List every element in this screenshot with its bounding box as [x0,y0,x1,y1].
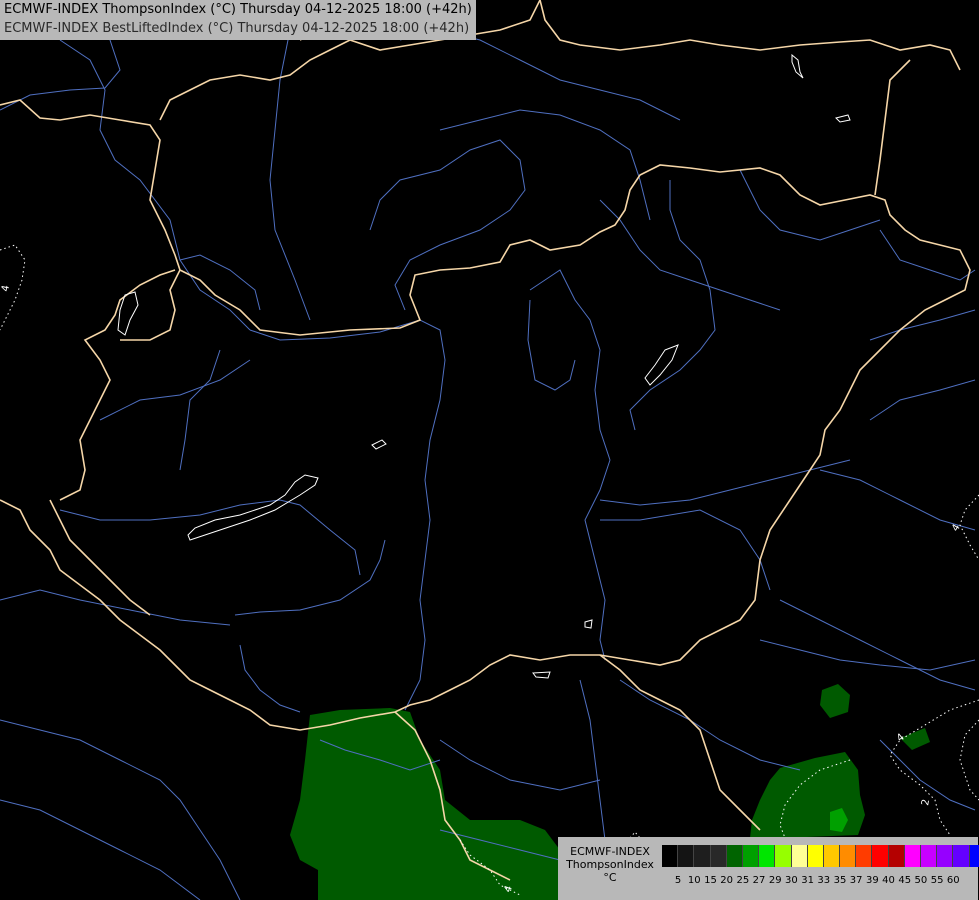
legend-tick-label: 60 [946,875,960,886]
title-thompson-index: ECMWF-INDEX ThompsonIndex (°C) Thursday … [4,2,472,17]
legend-swatch [937,845,954,867]
legend-swatch [759,845,776,867]
legend-tick-label: 25 [736,875,750,886]
title-best-lifted-index: ECMWF-INDEX BestLiftedIndex (°C) Thursda… [4,21,470,36]
legend-color-bar [662,845,979,867]
legend-swatch [969,845,979,867]
legend-tick-label: 29 [768,875,782,886]
legend-swatch [710,845,727,867]
legend-swatch [904,845,921,867]
legend-swatch [840,845,857,867]
legend-swatch [921,845,938,867]
color-legend: ECMWF-INDEX ThompsonIndex °C 5 10 15 20 25 27… [558,837,979,900]
legend-swatch [678,845,695,867]
legend-swatch [662,845,679,867]
legend-tick-label: 33 [817,875,831,886]
legend-tick-label: 55 [930,875,944,886]
legend-tick-label: 45 [898,875,912,886]
legend-swatch [953,845,970,867]
legend-model: ECMWF-INDEX [570,845,650,858]
legend-swatch [742,845,760,867]
legend-tick-label: 40 [882,875,895,886]
legend-tick-label: 37 [849,875,863,886]
legend-tick-label: 31 [801,875,814,886]
legend-variable: ThompsonIndex [566,858,654,871]
legend-swatch [791,845,808,867]
legend-swatch [726,845,743,867]
map-title: ECMWF-INDEX ThompsonIndex (°C) Thursday … [0,0,476,40]
legend-tick-label: 10 [687,875,701,886]
legend-swatch [856,845,873,867]
legend-tick-label: 5 [674,875,682,886]
legend-tick-label: 20 [720,875,734,886]
weather-map: 4 4 4 2 4 [0,0,979,900]
legend-swatch [694,845,711,867]
legend-label: ECMWF-INDEX ThompsonIndex °C [562,845,658,884]
legend-swatch [872,845,889,867]
legend-unit: °C [603,871,617,884]
legend-tick-spacer [662,875,670,889]
legend-swatch [775,845,792,867]
legend-tick-label: 35 [833,875,847,886]
legend-tick-label: 50 [914,875,928,886]
legend-tick-label: 39 [865,875,879,886]
legend-swatch [823,845,841,867]
legend-tick-label: 30 [785,875,798,886]
legend-swatch [807,845,824,867]
legend-swatch [888,845,905,867]
legend-ticks: 5 10 15 20 25 27 29 30 31 33 35 37 39 40 45 50 55 60 [662,875,961,889]
legend-tick-label: 27 [752,875,766,886]
legend-tick-label: 15 [704,875,717,886]
